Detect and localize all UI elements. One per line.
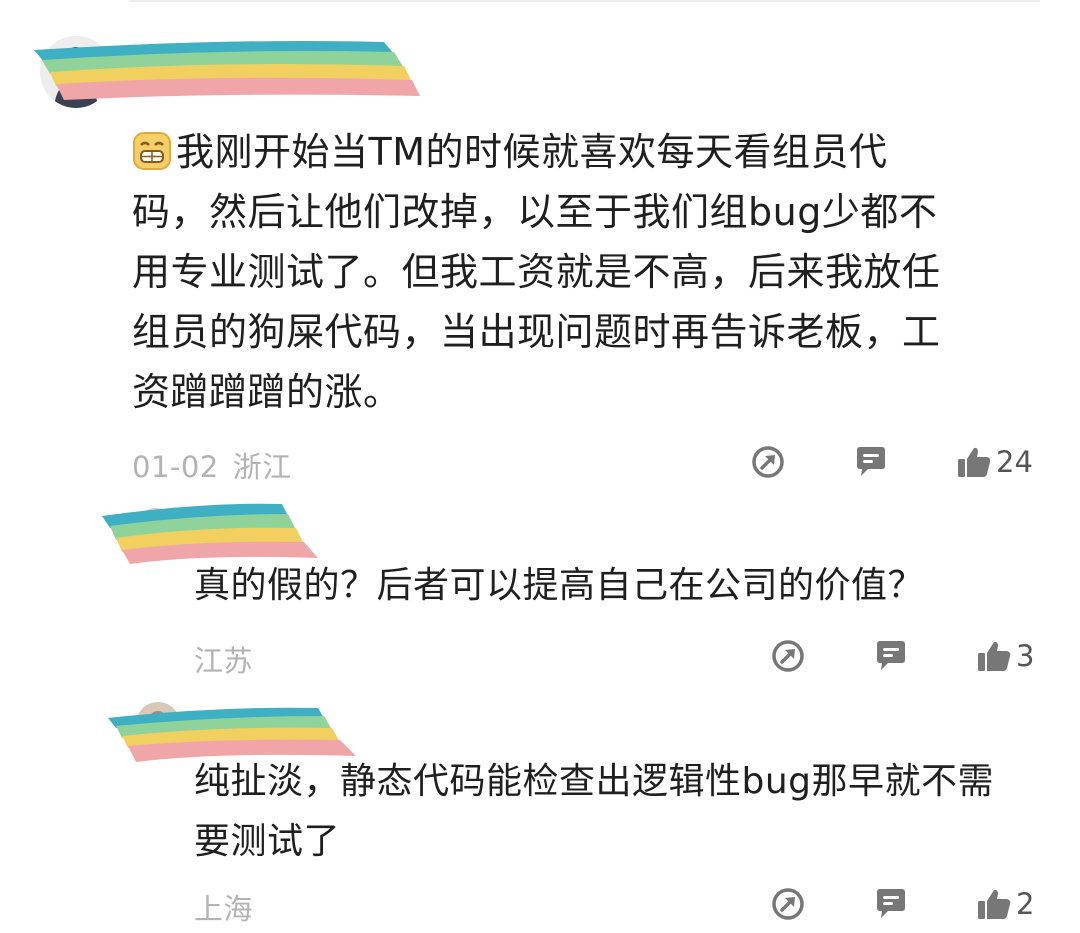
share-icon (752, 446, 784, 478)
comment-meta: 上海 (194, 886, 253, 928)
like-button[interactable]: 2 (976, 884, 1034, 924)
share-icon (772, 888, 804, 920)
comment-icon (857, 447, 885, 476)
like-count: 24 (996, 445, 1033, 479)
comment-date: 01-02 (132, 450, 219, 484)
comment-text: 真的假的？后者可以提高自己在公司的价值？ (194, 556, 1034, 616)
reply-button[interactable] (873, 884, 909, 924)
name-redaction (102, 502, 320, 564)
share-button[interactable] (770, 636, 806, 676)
comment-line: 用专业测试了。但我工资就是不高，后来我放任 (132, 250, 941, 294)
comment-location: 上海 (194, 892, 254, 926)
reply-button[interactable] (853, 442, 889, 482)
comment-line: 我刚开始当TM的时候就喜欢每天看组员代 (132, 122, 1032, 182)
thumbs-up-icon (958, 447, 991, 477)
comment-text: 纯扯淡，静态代码能检查出逻辑性bug那早就不需 要测试了 (194, 752, 1044, 872)
like-button[interactable]: 24 (956, 442, 1033, 482)
comment-text: 我刚开始当TM的时候就喜欢每天看组员代 码，然后让他们改掉，以至于我们组bug少… (132, 122, 1032, 422)
comment-line: 组员的狗屎代码，当出现问题时再告诉老板，工 (132, 310, 941, 354)
comment-icon (877, 889, 905, 918)
comment-location: 浙江 (232, 450, 292, 484)
like-count: 3 (1016, 639, 1035, 673)
comment-line: 真的假的？后者可以提高自己在公司的价值？ (194, 565, 925, 606)
comment-line: 纯扯淡，静态代码能检查出逻辑性bug那早就不需 (194, 761, 995, 802)
share-icon (772, 640, 804, 672)
share-button[interactable] (750, 442, 786, 482)
comment-line: 码，然后让他们改掉，以至于我们组bug少都不 (132, 190, 938, 234)
share-button[interactable] (770, 884, 806, 924)
comment-location: 江苏 (194, 644, 254, 678)
grinning-emoji-icon (132, 128, 172, 170)
name-redaction (34, 38, 424, 102)
comment-line: 资蹭蹭蹭的涨。 (132, 370, 402, 414)
comment-line: 要测试了 (194, 821, 341, 862)
thumbs-up-icon (978, 889, 1011, 919)
comment-icon (877, 641, 905, 670)
thumbs-up-icon (978, 641, 1011, 671)
reply-button[interactable] (873, 636, 909, 676)
top-divider (130, 0, 1040, 2)
comment-meta: 01-02 浙江 (132, 444, 292, 486)
like-button[interactable]: 3 (976, 636, 1034, 676)
comment-meta: 江苏 (194, 638, 253, 680)
like-count: 2 (1016, 887, 1035, 921)
